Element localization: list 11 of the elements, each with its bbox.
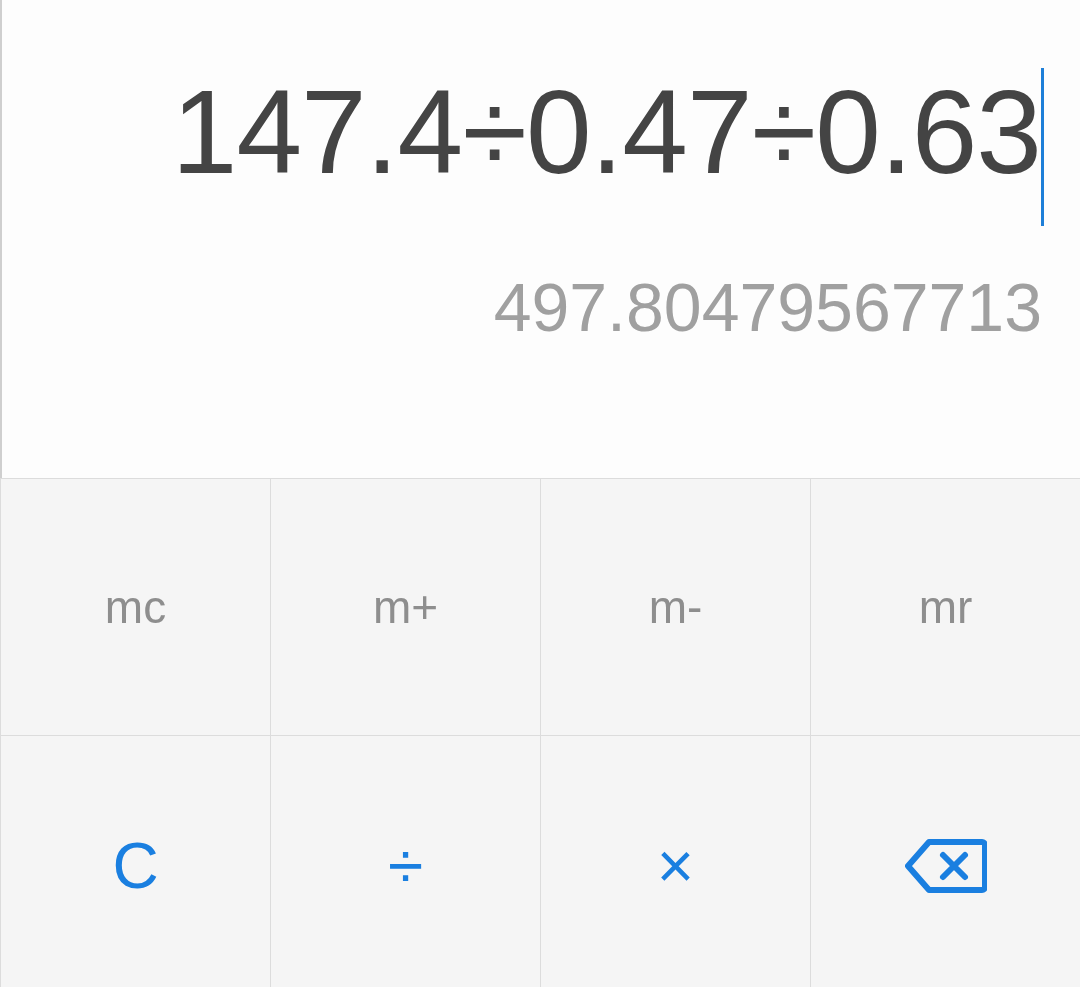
memory-key[interactable]: mc bbox=[0, 478, 270, 735]
memory-key[interactable]: m+ bbox=[270, 478, 540, 735]
operator-key[interactable]: ÷ bbox=[270, 735, 540, 987]
backspace-icon bbox=[904, 837, 987, 894]
operator-key[interactable]: C bbox=[0, 735, 270, 987]
expression-text: 147.4÷0.47÷0.63 bbox=[171, 65, 1041, 200]
memory-key[interactable]: mr bbox=[810, 478, 1080, 735]
backspace-button[interactable] bbox=[810, 735, 1080, 987]
operator-key[interactable]: × bbox=[540, 735, 810, 987]
result-text: 497.80479567713 bbox=[492, 268, 1043, 347]
memory-key[interactable]: m- bbox=[540, 478, 810, 735]
